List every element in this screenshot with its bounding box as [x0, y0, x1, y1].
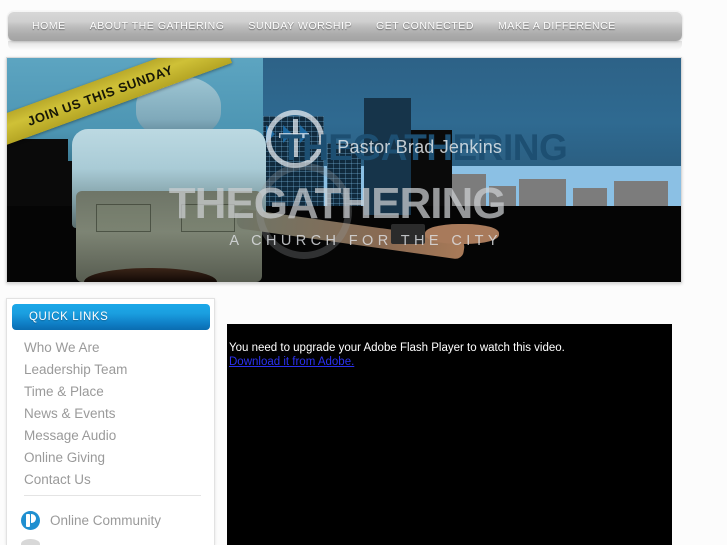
sidebar-item-time-and-place[interactable]: Time & Place: [7, 381, 214, 403]
nav-item-make-a-difference[interactable]: MAKE A DIFFERENCE: [486, 11, 628, 41]
nav-item-sunday-worship[interactable]: SUNDAY WORSHIP: [236, 11, 364, 41]
sidebar-divider: [24, 495, 201, 496]
nav-bar-reflection: [8, 41, 682, 50]
flash-download-link[interactable]: Download it from Adobe.: [229, 355, 354, 369]
hero-banner-slideshow[interactable]: THEGATHERING Pastor Brad Jenkins THEGATH…: [6, 57, 682, 283]
nav-item-home[interactable]: HOME: [20, 11, 78, 41]
sidebar-item-contact-us[interactable]: Contact Us: [7, 469, 214, 491]
page-root: HOME ABOUT THE GATHERING SUNDAY WORSHIP …: [0, 0, 727, 545]
quick-links-header: QUICK LINKS: [12, 304, 210, 330]
quick-links-list: Who We Are Leadership Team Time & Place …: [7, 337, 214, 491]
online-community-icon: [21, 511, 40, 530]
hero-wordmark-b: THEGATHERING: [168, 178, 507, 228]
nav-item-about[interactable]: ABOUT THE GATHERING: [78, 11, 237, 41]
sidebar-item-online-community[interactable]: Online Community: [21, 511, 161, 530]
main-navigation: HOME ABOUT THE GATHERING SUNDAY WORSHIP …: [8, 11, 682, 50]
online-community-label: Online Community: [50, 513, 162, 528]
sidebar-item-online-giving[interactable]: Online Giving: [7, 447, 214, 469]
video-player[interactable]: You need to upgrade your Adobe Flash Pla…: [227, 324, 672, 545]
sidebar-next-item-partial-icon: [21, 539, 40, 545]
sidebar-item-who-we-are[interactable]: Who We Are: [7, 337, 214, 359]
quick-links-panel: QUICK LINKS Who We Are Leadership Team T…: [6, 298, 215, 545]
sidebar-item-news-and-events[interactable]: News & Events: [7, 403, 214, 425]
sidebar-item-leadership-team[interactable]: Leadership Team: [7, 359, 214, 381]
nav-item-get-connected[interactable]: GET CONNECTED: [364, 11, 486, 41]
hero-tagline: A CHURCH FOR THE CITY: [229, 232, 502, 249]
quick-links-title: QUICK LINKS: [29, 311, 109, 323]
nav-bar: HOME ABOUT THE GATHERING SUNDAY WORSHIP …: [8, 11, 682, 41]
sidebar-item-message-audio[interactable]: Message Audio: [7, 425, 214, 447]
flash-upgrade-message: You need to upgrade your Adobe Flash Pla…: [229, 342, 565, 354]
